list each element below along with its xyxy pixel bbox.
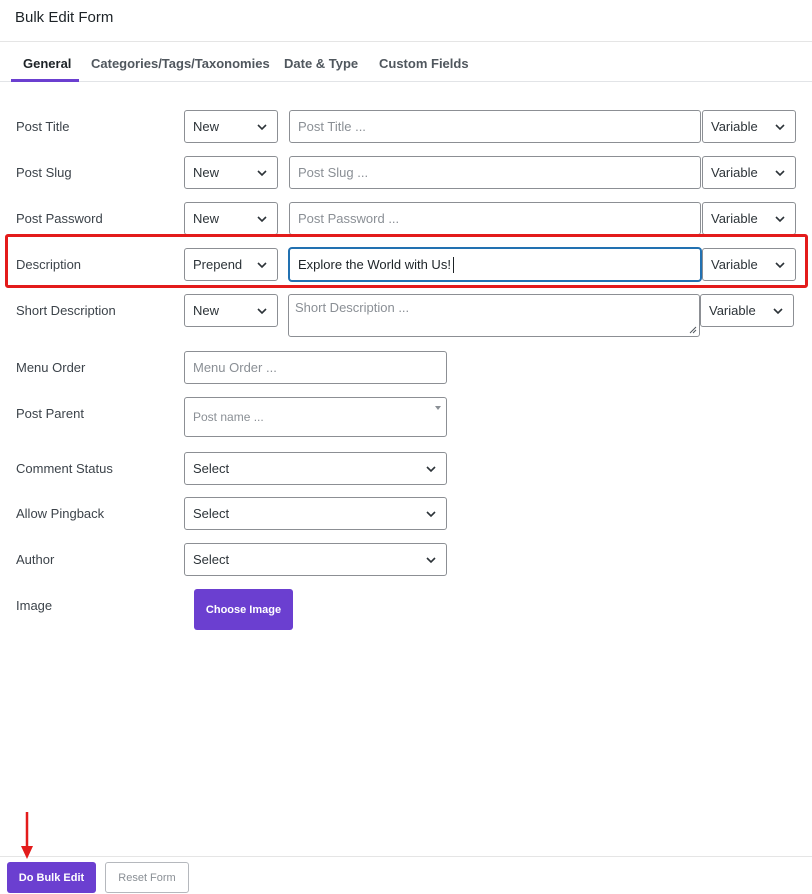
dropdown-arrow-icon	[435, 406, 441, 410]
chevron-down-icon	[426, 510, 436, 517]
do-bulk-edit-button[interactable]: Do Bulk Edit	[7, 862, 96, 893]
author-label: Author	[16, 552, 55, 567]
post-title-mode-select[interactable]: New	[184, 110, 278, 143]
comment-status-select[interactable]: Select	[184, 452, 447, 485]
post-slug-mode-value: New	[193, 165, 220, 180]
post-title-label: Post Title	[16, 119, 70, 134]
post-slug-variable-select[interactable]: Variable	[702, 156, 796, 189]
chevron-down-icon	[257, 261, 267, 268]
short-description-variable-select[interactable]: Variable	[700, 294, 794, 327]
post-password-mode-value: New	[193, 211, 220, 226]
chevron-down-icon	[257, 215, 267, 222]
author-select[interactable]: Select	[184, 543, 447, 576]
post-parent-label: Post Parent	[16, 406, 84, 421]
chevron-down-icon	[257, 169, 267, 176]
chevron-down-icon	[775, 169, 785, 176]
description-mode-select[interactable]: Prepend	[184, 248, 278, 281]
post-password-label: Post Password	[16, 211, 103, 226]
chevron-down-icon	[775, 123, 785, 130]
tab-custom-fields[interactable]: Custom Fields	[379, 56, 469, 71]
description-input-value: Explore the World with Us!	[298, 257, 451, 272]
pointer-arrow-icon	[21, 812, 33, 859]
short-description-label: Short Description	[16, 303, 116, 318]
form-title: Bulk Edit Form	[15, 9, 114, 26]
chevron-down-icon	[426, 465, 436, 472]
allow-pingback-label: Allow Pingback	[16, 506, 105, 521]
chevron-down-icon	[775, 215, 785, 222]
post-title-variable-value: Variable	[711, 119, 758, 134]
tab-bar: General Categories/Tags/Taxonomies Date …	[0, 42, 812, 82]
menu-order-input[interactable]: Menu Order ...	[184, 351, 447, 384]
resize-grip-icon[interactable]	[687, 324, 697, 334]
footer-divider	[0, 856, 812, 857]
post-title-variable-select[interactable]: Variable	[702, 110, 796, 143]
post-slug-variable-value: Variable	[711, 165, 758, 180]
post-slug-label: Post Slug	[16, 165, 72, 180]
post-slug-mode-select[interactable]: New	[184, 156, 278, 189]
comment-status-label: Comment Status	[16, 461, 113, 476]
post-password-input[interactable]: Post Password ...	[289, 202, 701, 235]
choose-image-button[interactable]: Choose Image	[194, 589, 293, 630]
short-description-mode-value: New	[193, 303, 220, 318]
reset-form-button[interactable]: Reset Form	[105, 862, 189, 893]
chevron-down-icon	[257, 123, 267, 130]
post-password-variable-value: Variable	[711, 211, 758, 226]
chevron-down-icon	[773, 307, 783, 314]
active-tab-indicator	[11, 79, 79, 82]
description-variable-value: Variable	[711, 257, 758, 272]
short-description-placeholder: Short Description ...	[295, 300, 410, 315]
description-label: Description	[16, 257, 82, 272]
post-title-mode-value: New	[193, 119, 220, 134]
author-value: Select	[193, 552, 230, 567]
comment-status-value: Select	[193, 461, 230, 476]
menu-order-label: Menu Order	[16, 360, 86, 375]
description-mode-value: Prepend	[193, 257, 243, 272]
description-variable-select[interactable]: Variable	[702, 248, 796, 281]
image-label: Image	[16, 598, 53, 613]
tab-date-type[interactable]: Date & Type	[284, 56, 358, 71]
post-password-variable-select[interactable]: Variable	[702, 202, 796, 235]
short-description-textarea[interactable]: Short Description ...	[288, 294, 700, 337]
tab-categories-tags-taxonomies[interactable]: Categories/Tags/Taxonomies	[91, 56, 270, 71]
tab-general[interactable]: General	[23, 56, 71, 71]
short-description-variable-value: Variable	[709, 303, 756, 318]
form-header: Bulk Edit Form	[0, 0, 812, 42]
post-slug-input[interactable]: Post Slug ...	[289, 156, 701, 189]
text-cursor	[452, 256, 454, 273]
post-title-input[interactable]: Post Title ...	[289, 110, 701, 143]
allow-pingback-select[interactable]: Select	[184, 497, 447, 530]
post-parent-select[interactable]: Post name ...	[184, 397, 447, 437]
post-password-mode-select[interactable]: New	[184, 202, 278, 235]
chevron-down-icon	[426, 556, 436, 563]
chevron-down-icon	[775, 261, 785, 268]
chevron-down-icon	[257, 307, 267, 314]
description-input[interactable]: Explore the World with Us!	[289, 248, 701, 281]
short-description-mode-select[interactable]: New	[184, 294, 278, 327]
post-parent-placeholder: Post name ...	[193, 410, 264, 424]
allow-pingback-value: Select	[193, 506, 230, 521]
